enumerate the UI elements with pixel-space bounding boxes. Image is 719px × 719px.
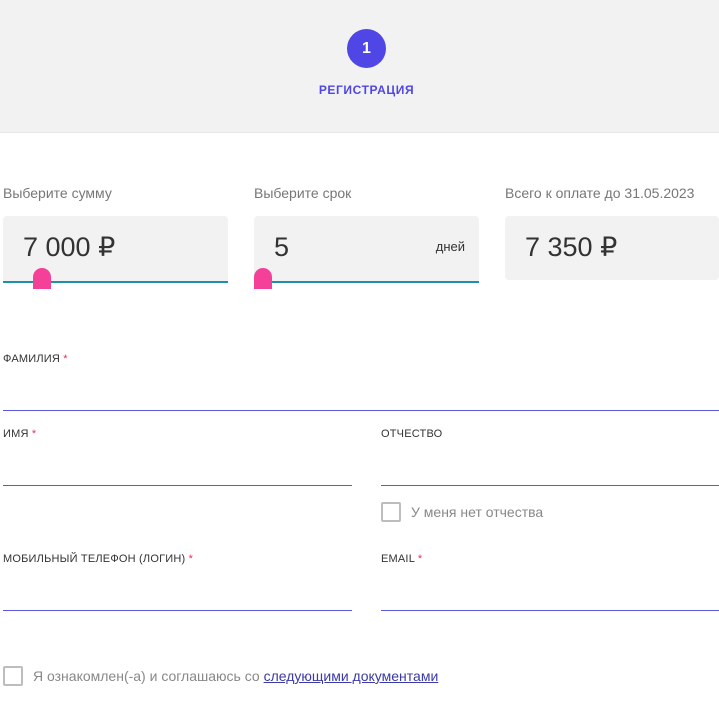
step-number-badge: 1: [347, 29, 386, 68]
documents-link[interactable]: следующими документами: [264, 668, 439, 684]
name-input[interactable]: [3, 485, 352, 486]
email-input[interactable]: [381, 610, 719, 611]
required-mark: *: [188, 553, 194, 565]
required-mark: *: [63, 353, 68, 365]
required-mark: *: [31, 428, 37, 440]
step-header: 1 РЕГИСТРАЦИЯ: [0, 0, 719, 133]
amount-slider[interactable]: 7 000 ₽: [3, 216, 228, 289]
total-box: 7 350 ₽: [505, 216, 719, 280]
term-slider-thumb[interactable]: [254, 268, 272, 289]
amount-value: 7 000 ₽: [23, 232, 116, 262]
agreement-checkbox[interactable]: [3, 666, 23, 686]
term-label: Выберите срок: [254, 185, 352, 201]
term-value: 5: [274, 232, 290, 262]
phone-input[interactable]: [3, 610, 352, 611]
amount-label: Выберите сумму: [3, 185, 112, 201]
term-unit: дней: [435, 239, 465, 254]
surname-input[interactable]: [3, 410, 719, 411]
total-value: 7 350 ₽: [525, 232, 618, 262]
patronymic-input[interactable]: [381, 485, 719, 486]
no-patronymic-label: У меня нет отчества: [411, 504, 544, 520]
term-slider[interactable]: 5 дней: [254, 216, 479, 289]
no-patronymic-checkbox[interactable]: [381, 502, 401, 522]
required-mark: *: [417, 553, 423, 565]
total-label: Всего к оплате до 31.05.2023: [505, 185, 695, 201]
phone-label: МОБИЛЬНЫЙ ТЕЛЕФОН (ЛОГИН) *: [3, 553, 194, 565]
agreement-text: Я ознакомлен(-а) и соглашаюсь со следующ…: [33, 668, 439, 684]
step-label: РЕГИСТРАЦИЯ: [318, 83, 415, 97]
surname-label: ФАМИЛИЯ *: [3, 353, 68, 365]
amount-slider-thumb[interactable]: [33, 268, 51, 289]
name-label: ИМЯ *: [3, 428, 37, 440]
patronymic-label: ОТЧЕСТВО: [381, 428, 443, 440]
email-label: EMAIL *: [381, 553, 423, 565]
